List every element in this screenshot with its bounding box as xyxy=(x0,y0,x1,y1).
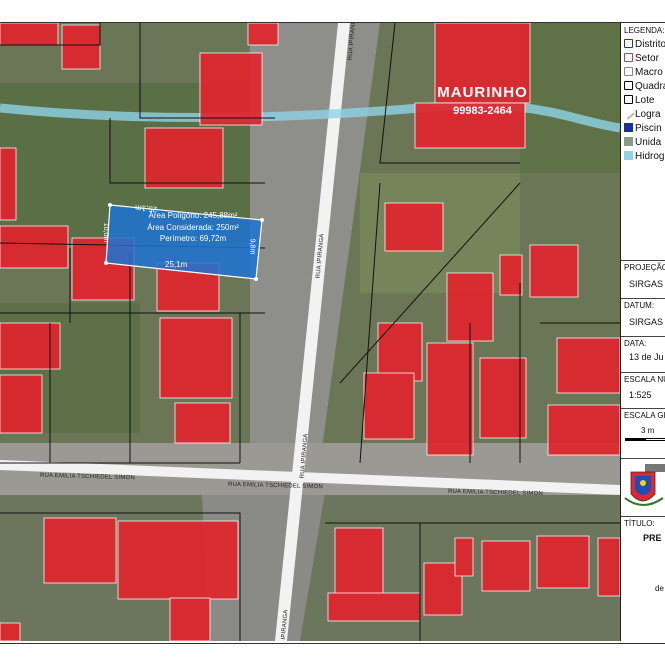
legend-label: Lote xyxy=(635,95,655,106)
legend-section: LEGENDA: Distrito Setor Macro Quadra Lote Log… xyxy=(621,23,665,261)
legend-symbol-icon xyxy=(624,39,633,48)
title-section: TÍTULO: PRE de xyxy=(621,516,665,641)
legend-symbol-icon xyxy=(624,53,633,62)
legend-symbol-icon xyxy=(624,67,633,76)
legend-symbol-icon xyxy=(624,137,633,146)
map-view[interactable]: MAURINHO 99983-2464 25,1m Área Polígono:… xyxy=(0,23,620,641)
legend-item: Piscin xyxy=(624,123,662,135)
numeric-scale-section: ESCALA NU 1:525 xyxy=(621,372,665,409)
legend-label: Setor xyxy=(635,53,659,64)
legend-label: Unida xyxy=(635,137,662,148)
legend-label: Macro xyxy=(635,67,663,78)
graphic-scale-bar-segment xyxy=(645,438,665,441)
billboard-name: MAURINHO xyxy=(437,84,528,101)
legend-item: Macro xyxy=(624,67,663,79)
legend-label: Piscin xyxy=(635,123,662,134)
legend-item: Unida xyxy=(624,137,661,149)
legend-symbol-icon xyxy=(624,81,633,90)
legend-symbol-icon xyxy=(624,123,633,132)
coat-of-arms-icon xyxy=(624,464,665,506)
title-subtext: de xyxy=(655,584,664,593)
datum-section: DATUM: SIRGAS xyxy=(621,298,665,337)
parcel-area-considered: Área Considerada: 250m² xyxy=(147,223,239,232)
title-label: TÍTULO: xyxy=(624,519,655,528)
billboard-phone: 99983-2464 xyxy=(453,105,512,117)
projection-section: PROJEÇÃO: SIRGAS xyxy=(621,260,665,299)
coat-of-arms-section xyxy=(621,458,665,517)
legend-label: Quadra xyxy=(635,81,665,92)
datum-value: SIRGAS xyxy=(629,317,664,327)
legend-symbol-icon xyxy=(622,107,635,120)
numeric-scale-value: 1:525 xyxy=(629,390,652,400)
projection-label: PROJEÇÃO: xyxy=(624,263,665,272)
legend-label: Distrito xyxy=(635,39,665,50)
legend-item: Logra xyxy=(622,107,661,121)
legend-item: Hidrog xyxy=(624,151,664,163)
numeric-scale-label: ESCALA NU xyxy=(624,375,665,384)
datum-label: DATUM: xyxy=(624,301,655,310)
legend-item: Distrito xyxy=(624,39,665,51)
legend-title: LEGENDA: xyxy=(624,26,665,35)
date-section: DATA: 13 de Ju xyxy=(621,336,665,373)
legend-item: Quadra xyxy=(624,81,665,93)
legend-label: Logra xyxy=(635,109,661,120)
legend-item: Lote xyxy=(624,95,654,107)
legend-symbol-icon xyxy=(624,95,633,104)
legend-label: Hidrog xyxy=(635,151,665,162)
parcel-bottom-side: 25,1m xyxy=(165,260,188,269)
parcel-perimeter: Perímetro: 69,72m xyxy=(159,234,227,243)
graphic-scale-value: 3 m xyxy=(641,426,655,435)
info-panel: LEGENDA: Distrito Setor Macro Quadra Lote Log… xyxy=(620,23,665,641)
graphic-scale-section: ESCALA GRA 3 m xyxy=(621,408,665,459)
date-value: 13 de Ju xyxy=(629,352,664,362)
parcel-left-side: 10,0m xyxy=(102,222,110,243)
parcel-right-side: 9,8m xyxy=(248,238,256,255)
date-label: DATA: xyxy=(624,339,647,348)
legend-symbol-icon xyxy=(624,151,633,160)
legend-item: Setor xyxy=(624,53,659,65)
graphic-scale-label: ESCALA GRA xyxy=(624,411,665,420)
billboard: MAURINHO 99983-2464 xyxy=(435,78,530,126)
parcel-area-polygon: Área Polígono: 245,88m² xyxy=(148,211,238,220)
title-value: PRE xyxy=(643,533,662,543)
projection-value: SIRGAS xyxy=(629,279,664,289)
